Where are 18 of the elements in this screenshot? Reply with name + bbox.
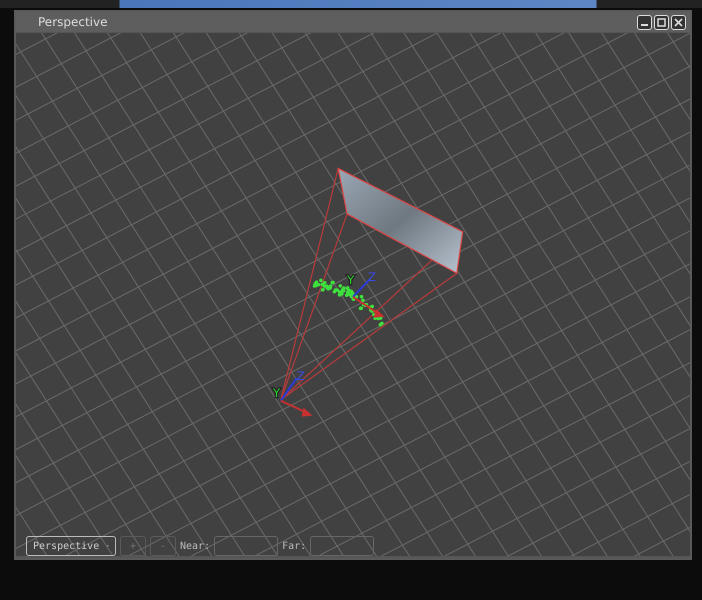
view-dropdown[interactable]: Perspective [26, 536, 116, 556]
near-label: Near: [180, 540, 210, 552]
window-title: Perspective [38, 15, 108, 29]
axis-label: Z [296, 369, 305, 384]
maximize-button[interactable] [654, 14, 669, 30]
zoom-out-button[interactable]: - [150, 536, 176, 556]
near-input-field[interactable] [214, 536, 278, 556]
far-input-field[interactable] [310, 536, 374, 556]
maximize-icon [657, 18, 666, 26]
close-button[interactable] [671, 14, 686, 30]
axis-label: Y [272, 386, 280, 400]
minimize-button[interactable] [637, 14, 652, 30]
zoom-in-button[interactable]: + [120, 536, 146, 556]
far-label: Far: [282, 540, 306, 552]
axis-label: Y [347, 273, 354, 288]
minimize-icon [641, 24, 648, 26]
axis-label: Z [368, 270, 376, 284]
close-icon [674, 18, 683, 26]
